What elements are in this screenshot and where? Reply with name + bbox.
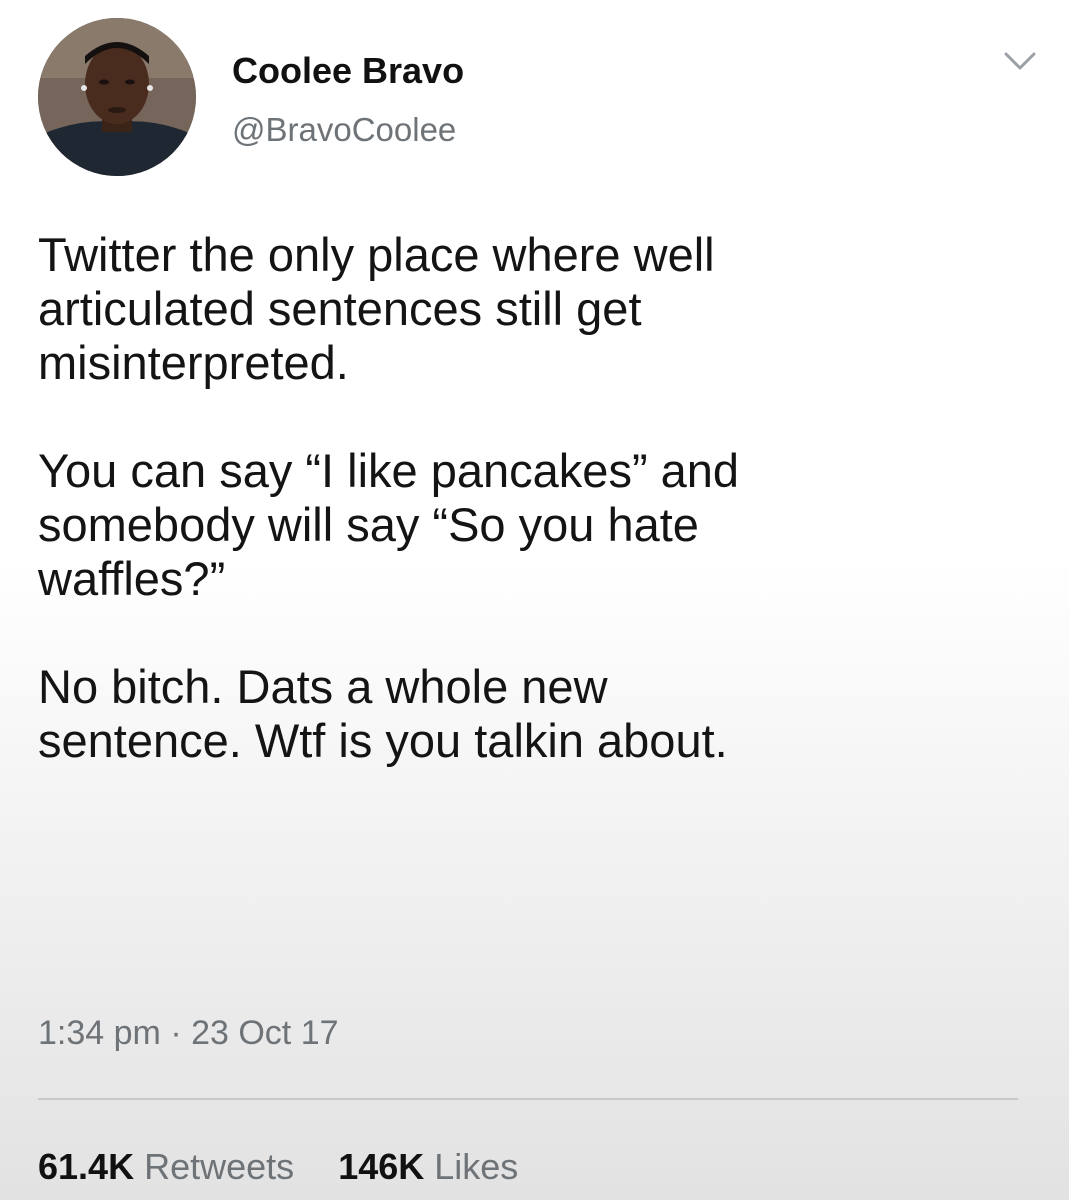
tweet-paragraph: No bitch. Dats a whole new sentence. Wtf… [38, 660, 1048, 768]
avatar[interactable] [38, 18, 196, 176]
tweet-paragraph: You can say “I like pancakes” and somebo… [38, 444, 1048, 606]
display-name[interactable]: Coolee Bravo [232, 50, 464, 92]
tweet-line: waffles?” [38, 552, 226, 605]
chevron-down-icon[interactable] [1003, 50, 1037, 72]
tweet-card: Coolee Bravo @BravoCoolee Twitter the on… [0, 0, 1069, 1200]
likes-label: Likes [434, 1146, 519, 1187]
tweet-line: sentence. Wtf is you talkin about. [38, 714, 728, 767]
retweets-count: 61.4K [38, 1146, 135, 1187]
tweet-line: articulated sentences still get [38, 282, 642, 335]
tweet-line: somebody will say “So you hate [38, 498, 699, 551]
retweets-label: Retweets [144, 1146, 295, 1187]
tweet-paragraph: Twitter the only place where well articu… [38, 228, 1048, 390]
tweet-timestamp[interactable]: 1:34 pm · 23 Oct 17 [38, 1014, 339, 1053]
tweet-line: No bitch. Dats a whole new [38, 660, 608, 713]
divider [38, 1098, 1018, 1100]
tweet-line: misinterpreted. [38, 336, 349, 389]
retweets-stat[interactable]: 61.4K Retweets [38, 1146, 294, 1188]
tweet-text: Twitter the only place where well articu… [38, 228, 1048, 768]
tweet-stats: 61.4K Retweets 146K Likes [38, 1146, 552, 1188]
profile-photo-icon [38, 18, 196, 176]
likes-stat[interactable]: 146K Likes [338, 1146, 518, 1188]
user-handle[interactable]: @BravoCoolee [232, 111, 456, 149]
tweet-line: Twitter the only place where well [38, 228, 715, 281]
tweet-line: You can say “I like pancakes” and [38, 444, 740, 497]
likes-count: 146K [338, 1146, 425, 1187]
tweet-time: 1:34 pm [38, 1014, 161, 1052]
timestamp-separator: · [170, 1014, 182, 1052]
tweet-date: 23 Oct 17 [191, 1014, 339, 1052]
